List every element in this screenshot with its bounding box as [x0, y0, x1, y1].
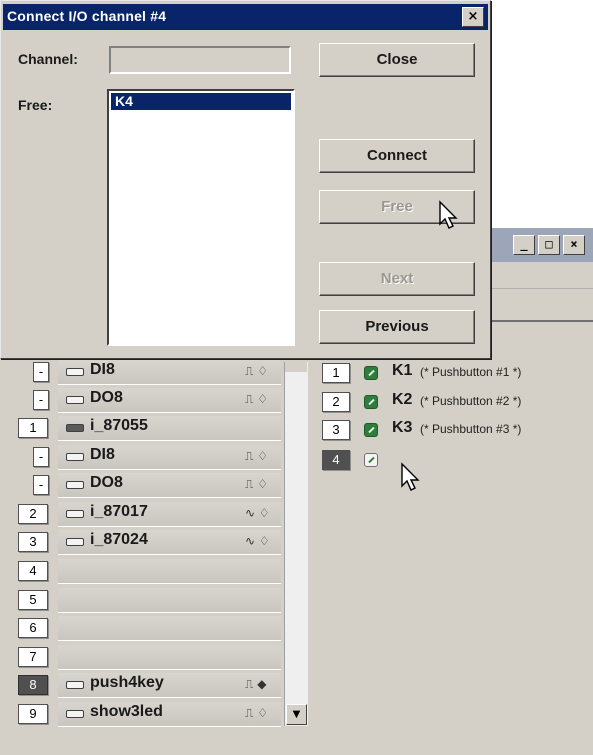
key-name: K3 [392, 419, 413, 436]
mouse-cursor-icon [401, 462, 420, 491]
key-number: 1 [322, 363, 350, 383]
device-name: i_87024 [90, 531, 148, 548]
panel-separator [490, 320, 593, 322]
device-name: DI8 [90, 361, 115, 378]
pushbutton-icon [364, 366, 378, 380]
list-item[interactable]: 7 [0, 643, 312, 670]
close-button[interactable]: Close [319, 43, 475, 77]
slot-number: - [33, 390, 49, 410]
device-name: i_87017 [90, 503, 148, 520]
connector-icon [66, 396, 84, 404]
list-item[interactable]: - DI8 ⎍ ♢ [0, 358, 312, 385]
previous-button[interactable]: Previous [319, 310, 475, 344]
scroll-down-button[interactable]: ▼ [286, 704, 307, 725]
dialog-titlebar[interactable]: Connect I/O channel #4 [3, 4, 488, 30]
signal-icon: ⎍ ♢ [245, 364, 268, 378]
connect-button[interactable]: Connect [319, 139, 475, 173]
list-item[interactable]: 2 K2 (* Pushbutton #2 *) [318, 390, 588, 414]
signal-icon: ⎍ ♢ [245, 706, 268, 720]
slot-number: 4 [18, 561, 48, 581]
connector-icon [66, 368, 84, 376]
pushbutton-icon [364, 453, 378, 467]
slot-number: - [33, 447, 49, 467]
list-item[interactable]: - DO8 ⎍ ♢ [0, 386, 312, 413]
pushbutton-icon [364, 395, 378, 409]
module-icon [66, 424, 84, 432]
list-item[interactable]: 3 i_87024 ∿ ♢ [0, 528, 312, 555]
signal-icon: ⎍ ♢ [245, 392, 268, 406]
connector-icon [66, 453, 84, 461]
slot-number: - [33, 362, 49, 382]
slot-number: 3 [18, 532, 48, 552]
list-item[interactable]: 1 i_87055 [0, 414, 312, 441]
slot-number: 7 [18, 647, 48, 667]
key-name: K2 [392, 391, 413, 408]
channel-field [109, 46, 291, 74]
list-item[interactable]: 8 push4key ⎍ ◆ [0, 671, 312, 698]
mouse-cursor-icon [439, 200, 458, 229]
key-name: K1 [392, 362, 413, 379]
free-label: Free: [18, 97, 53, 113]
dialog-title: Connect I/O channel #4 [7, 8, 167, 24]
pushbutton-icon [364, 423, 378, 437]
device-name: DO8 [90, 474, 123, 491]
key-description: (* Pushbutton #1 *) [420, 365, 522, 379]
device-name: i_87055 [90, 417, 148, 434]
slot-number: 9 [18, 704, 48, 724]
connector-icon [66, 681, 84, 689]
free-channel-list[interactable]: K4 [107, 89, 295, 346]
list-item[interactable]: 1 K1 (* Pushbutton #1 *) [318, 361, 588, 385]
maximize-button[interactable]: □ [538, 235, 560, 255]
device-name: show3led [90, 703, 163, 720]
channel-label: Channel: [18, 51, 78, 67]
device-name: DI8 [90, 446, 115, 463]
slot-number: - [33, 475, 49, 495]
connector-icon [66, 710, 84, 718]
minimize-button[interactable]: _ [513, 235, 535, 255]
connector-icon [66, 510, 84, 518]
signal-icon: ∿ ♢ [245, 534, 270, 548]
key-description: (* Pushbutton #3 *) [420, 422, 522, 436]
signal-icon: ⎍ ♢ [245, 477, 268, 491]
list-item[interactable]: - DO8 ⎍ ♢ [0, 471, 312, 498]
list-item-selected[interactable]: K4 [111, 93, 291, 110]
key-number: 2 [322, 392, 350, 412]
list-item[interactable]: 4 [0, 557, 312, 584]
signal-icon: ⎍ ♢ [245, 449, 268, 463]
slot-number: 6 [18, 618, 48, 638]
list-item[interactable]: 4 [318, 448, 588, 472]
key-description: (* Pushbutton #2 *) [420, 394, 522, 408]
key-number: 3 [322, 420, 350, 440]
scroll-thumb[interactable] [285, 362, 307, 372]
list-item[interactable]: - DI8 ⎍ ♢ [0, 443, 312, 470]
key-number: 4 [322, 450, 350, 470]
signal-icon: ∿ ♢ [245, 506, 270, 520]
list-item[interactable]: 5 [0, 586, 312, 613]
slot-number: 5 [18, 590, 48, 610]
signal-icon: ⎍ ◆ [245, 677, 267, 691]
connect-io-dialog: Connect I/O channel #4 × Channel: Free: … [0, 0, 491, 359]
menu-separator [490, 288, 593, 289]
dialog-close-button[interactable]: × [462, 7, 484, 27]
list-item[interactable]: 2 i_87017 ∿ ♢ [0, 500, 312, 527]
list-item[interactable]: 3 K3 (* Pushbutton #3 *) [318, 418, 588, 442]
window-close-button[interactable]: × [563, 235, 585, 255]
list-item[interactable]: 6 [0, 614, 312, 641]
slot-number: 1 [18, 418, 48, 438]
list-item[interactable]: 9 show3led ⎍ ♢ [0, 700, 312, 727]
device-name: DO8 [90, 389, 123, 406]
connector-icon [66, 481, 84, 489]
slot-number: 2 [18, 504, 48, 524]
slot-number: 8 [18, 675, 48, 695]
connector-icon [66, 538, 84, 546]
next-button[interactable]: Next [319, 262, 475, 296]
device-name: push4key [90, 674, 164, 691]
vertical-scrollbar[interactable] [284, 362, 308, 726]
